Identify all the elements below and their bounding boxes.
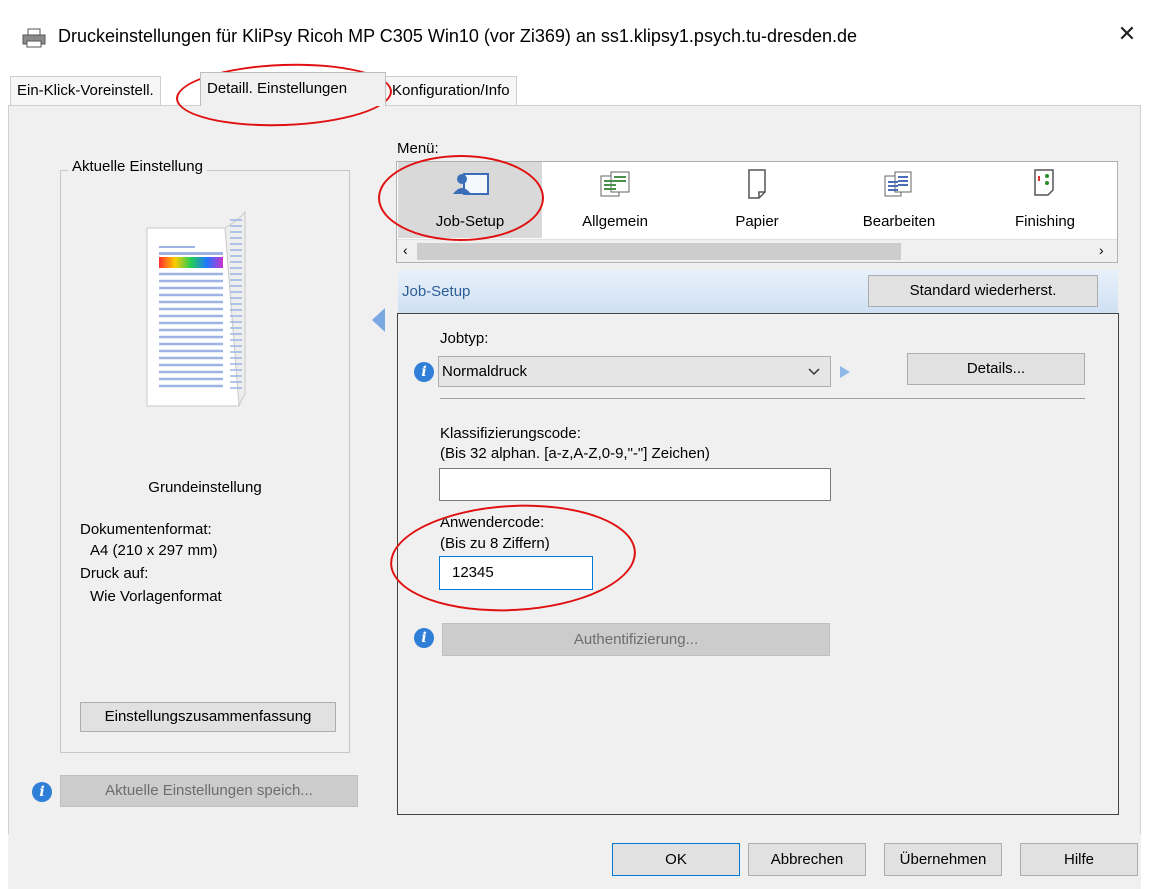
scroll-left-icon[interactable]: ‹: [403, 242, 408, 258]
section-title: Job-Setup: [402, 283, 471, 300]
user-code-label: Anwendercode:: [440, 514, 545, 531]
menu-job-setup-label: Job-Setup: [435, 213, 505, 230]
menu-job-setup[interactable]: Job-Setup: [398, 162, 542, 238]
menu-paper[interactable]: Papier: [687, 162, 827, 238]
details-button[interactable]: Details...: [907, 353, 1085, 385]
general-icon: [600, 171, 630, 197]
tab-one-click[interactable]: Ein-Klick-Voreinstell.: [10, 76, 161, 106]
tab-detail-settings[interactable]: Detaill. Einstellungen: [200, 72, 386, 106]
printer-icon: [22, 28, 46, 48]
jobtype-select[interactable]: Normaldruck: [438, 356, 831, 387]
finishing-icon: [1034, 169, 1054, 196]
menu-edit[interactable]: Bearbeiten: [829, 162, 969, 238]
jobtype-label: Jobtyp:: [440, 330, 489, 347]
menu-bar: Job-Setup Allgemein Papier Bearbeiten Fi…: [396, 161, 1118, 263]
print-on-value: Wie Vorlagenformat: [90, 588, 222, 605]
info-icon: i: [32, 782, 52, 802]
page-preview: [146, 210, 246, 407]
menu-paper-label: Papier: [735, 213, 779, 230]
classification-code-label: Klassifizierungscode:: [440, 425, 581, 442]
restore-defaults-button[interactable]: Standard wiederherst.: [868, 275, 1098, 307]
doc-format-label: Dokumentenformat:: [80, 521, 212, 538]
menu-label: Menü:: [397, 140, 439, 157]
cancel-button[interactable]: Abbrechen: [748, 843, 866, 876]
scroll-thumb[interactable]: [417, 243, 901, 260]
title-bar: Druckeinstellungen für KliPsy Ricoh MP C…: [0, 0, 1149, 70]
menu-scrollbar[interactable]: ‹ ›: [397, 239, 1117, 262]
job-setup-icon: [453, 173, 489, 195]
menu-general[interactable]: Allgemein: [545, 162, 685, 238]
tab-configuration-info[interactable]: Konfiguration/Info: [385, 76, 517, 106]
scroll-right-icon[interactable]: ›: [1099, 242, 1104, 258]
doc-format-value: A4 (210 x 297 mm): [90, 542, 218, 559]
save-current-settings-button[interactable]: Aktuelle Einstellungen speich...: [60, 775, 358, 807]
edit-icon: [884, 171, 912, 197]
info-icon: i: [414, 628, 434, 648]
info-icon: i: [414, 362, 434, 382]
play-arrow-icon: [840, 366, 850, 378]
help-button[interactable]: Hilfe: [1020, 843, 1138, 876]
menu-finishing[interactable]: Finishing: [973, 162, 1117, 238]
chevron-down-icon: [808, 368, 820, 376]
user-code-input[interactable]: 12345: [439, 556, 593, 590]
current-settings-title: Aktuelle Einstellung: [68, 158, 207, 175]
paper-icon: [748, 169, 766, 199]
close-icon[interactable]: ✕: [1112, 18, 1142, 50]
classification-code-input[interactable]: [439, 468, 831, 501]
apply-button[interactable]: Übernehmen: [884, 843, 1002, 876]
user-code-value: 12345: [452, 564, 494, 581]
jobtype-value: Normaldruck: [442, 363, 528, 380]
menu-finishing-label: Finishing: [1014, 213, 1076, 230]
window-title: Druckeinstellungen für KliPsy Ricoh MP C…: [58, 26, 858, 46]
ok-button[interactable]: OK: [612, 843, 740, 876]
settings-summary-button[interactable]: Einstellungszusammenfassung: [80, 702, 336, 732]
user-code-hint: (Bis zu 8 Ziffern): [440, 535, 550, 552]
classification-code-hint: (Bis 32 alphan. [a-z,A-Z,0-9,"-"] Zeiche…: [440, 445, 710, 462]
authentication-button[interactable]: Authentifizierung...: [442, 623, 830, 656]
tab-strip: [0, 70, 1149, 106]
menu-general-label: Allgemein: [582, 213, 648, 230]
collapse-arrow-icon[interactable]: [370, 306, 386, 334]
separator: [440, 398, 1085, 399]
preview-name: Grundeinstellung: [148, 479, 262, 496]
menu-edit-label: Bearbeiten: [862, 213, 936, 230]
print-on-label: Druck auf:: [80, 565, 149, 582]
